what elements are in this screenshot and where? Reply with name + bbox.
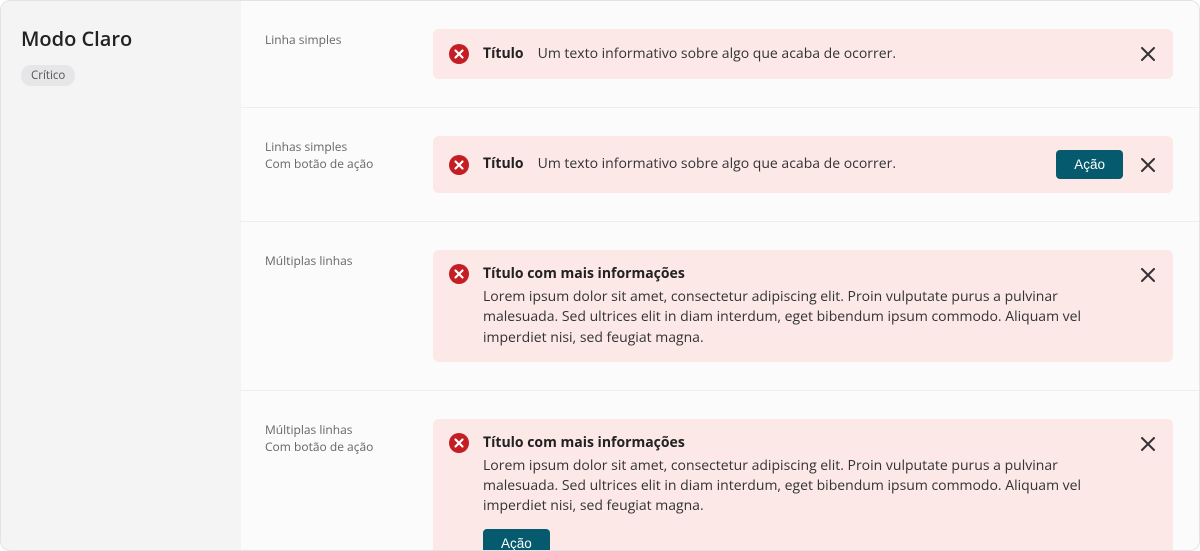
close-button[interactable]: [1137, 154, 1159, 176]
alert-description: Um texto informativo sobre algo que acab…: [538, 154, 896, 174]
variant-row: Múltiplas linhas Com botão de ação Títul…: [241, 391, 1199, 550]
error-circle-icon: [449, 155, 469, 175]
variant-label-line: Múltiplas linhas: [265, 252, 433, 269]
close-button[interactable]: [1137, 43, 1159, 65]
page-title: Modo Claro: [21, 25, 221, 52]
alert-description: Um texto informativo sobre algo que acab…: [538, 44, 896, 64]
status-chip: Crítico: [21, 65, 75, 86]
alert-critical: Título com mais informações Lorem ipsum …: [433, 250, 1173, 362]
error-circle-icon: [449, 44, 469, 64]
close-button[interactable]: [1137, 433, 1159, 455]
close-icon: [1141, 47, 1155, 61]
alert-description: Lorem ipsum dolor sit amet, consectetur …: [483, 456, 1123, 517]
alert-critical: Título Um texto informativo sobre algo q…: [433, 136, 1173, 193]
variant-label-line: Linhas simples: [265, 138, 433, 155]
main-content: Linha simples Título Um texto informativ…: [241, 1, 1199, 550]
alert-body: Título com mais informações Lorem ipsum …: [483, 264, 1123, 348]
alert-title: Título: [483, 44, 524, 63]
variant-label-line: Linha simples: [265, 31, 433, 48]
canvas: Modo Claro Crítico Linha simples Título …: [0, 0, 1200, 551]
alert-description: Lorem ipsum dolor sit amet, consectetur …: [483, 287, 1123, 348]
alert-actions: Ação: [483, 529, 1123, 550]
variant-label: Múltiplas linhas: [265, 250, 433, 269]
variant-content: Título Um texto informativo sobre algo q…: [433, 136, 1173, 193]
variant-row: Linhas simples Com botão de ação Título …: [241, 108, 1199, 222]
action-button[interactable]: Ação: [483, 529, 550, 550]
variant-label-line: Com botão de ação: [265, 438, 433, 455]
alert-title: Título com mais informações: [483, 264, 1123, 283]
alert-title: Título com mais informações: [483, 433, 1123, 452]
variant-content: Título com mais informações Lorem ipsum …: [433, 419, 1173, 550]
variant-label: Linhas simples Com botão de ação: [265, 136, 433, 173]
variant-label-line: Múltiplas linhas: [265, 421, 433, 438]
variant-label-line: Com botão de ação: [265, 155, 433, 172]
alert-critical: Título Um texto informativo sobre algo q…: [433, 29, 1173, 79]
alert-body: Título Um texto informativo sobre algo q…: [483, 154, 1042, 174]
alert-body: Título Um texto informativo sobre algo q…: [483, 44, 1123, 64]
variant-row: Linha simples Título Um texto informativ…: [241, 1, 1199, 108]
error-circle-icon: [449, 433, 469, 453]
close-icon: [1141, 158, 1155, 172]
sidebar: Modo Claro Crítico: [1, 1, 241, 550]
alert-body: Título com mais informações Lorem ipsum …: [483, 433, 1123, 550]
variant-row: Múltiplas linhas Título com mais informa…: [241, 222, 1199, 391]
error-circle-icon: [449, 264, 469, 284]
variant-label: Múltiplas linhas Com botão de ação: [265, 419, 433, 456]
close-button[interactable]: [1137, 264, 1159, 286]
variant-content: Título com mais informações Lorem ipsum …: [433, 250, 1173, 362]
close-icon: [1141, 268, 1155, 282]
alert-critical: Título com mais informações Lorem ipsum …: [433, 419, 1173, 550]
alert-title: Título: [483, 154, 524, 173]
close-icon: [1141, 437, 1155, 451]
action-button[interactable]: Ação: [1056, 150, 1123, 179]
variant-content: Título Um texto informativo sobre algo q…: [433, 29, 1173, 79]
variant-label: Linha simples: [265, 29, 433, 48]
alert-trailing: Ação: [1056, 150, 1159, 179]
